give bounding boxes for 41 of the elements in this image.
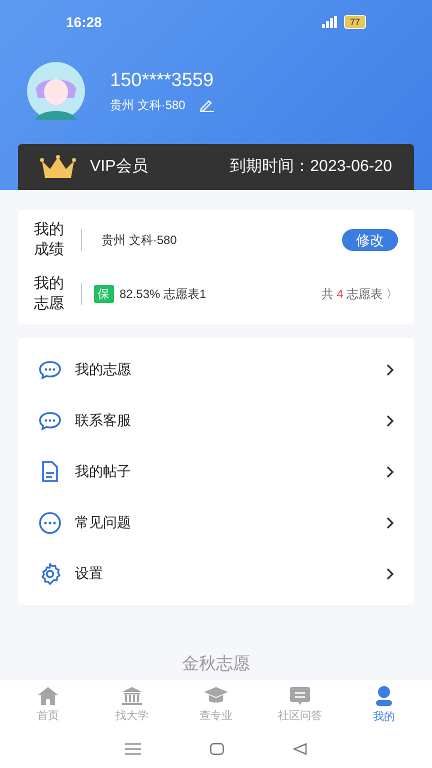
institution-icon [121, 686, 143, 706]
document-icon [40, 460, 60, 482]
chevron-right-icon [386, 568, 394, 580]
menu-item[interactable]: 常见问题 [18, 497, 414, 548]
battery-indicator: 77 [344, 15, 366, 29]
wish-summary: 82.53% 志愿表1 [120, 286, 206, 303]
profile-info: 贵州 文科·580 [110, 96, 186, 114]
chevron-right-icon [386, 414, 394, 426]
wishes-label: 我的志愿 [34, 274, 65, 314]
menu-item[interactable]: 联系客服 [18, 395, 414, 446]
menu-item[interactable]: 我的帖子 [18, 446, 414, 497]
phone-number: 150****3559 [110, 68, 215, 92]
score-value: 贵州 文科·580 [102, 232, 177, 249]
crown-icon [40, 155, 76, 179]
home-button-icon[interactable] [210, 743, 224, 755]
wish-count-link[interactable]: 共 4 志愿表 〉 [321, 285, 398, 303]
vip-label: VIP会员 [90, 157, 148, 177]
signal-icon [322, 16, 338, 28]
safety-tag: 保 [94, 285, 114, 303]
back-icon[interactable] [293, 743, 308, 755]
vip-bar[interactable]: VIP会员 到期时间：2023-06-20 [18, 144, 414, 190]
expiry-label: 到期时间： [230, 156, 310, 177]
tab[interactable]: 我的 [342, 684, 426, 726]
status-time: 16:28 [66, 12, 102, 32]
message-icon [289, 686, 311, 706]
menu-icon[interactable] [124, 743, 141, 755]
score-label: 我的成绩 [34, 220, 65, 260]
chat-bubble-icon [38, 360, 62, 380]
footer-title: 金秋志愿 [182, 652, 250, 674]
menu-item[interactable]: 设置 [18, 548, 414, 599]
user-icon [374, 684, 394, 707]
edit-icon[interactable] [199, 98, 216, 112]
menu-item[interactable]: 我的志愿 [18, 344, 414, 395]
chat-bubble-icon [38, 410, 62, 430]
edit-score-button[interactable]: 修改 [342, 229, 398, 251]
chevron-right-icon [386, 466, 394, 478]
more-icon [38, 510, 62, 534]
expiry-date: 2023-06-20 [310, 157, 392, 177]
chevron-right-icon [386, 516, 394, 528]
home-icon [37, 686, 59, 706]
chevron-right-icon [386, 364, 394, 376]
